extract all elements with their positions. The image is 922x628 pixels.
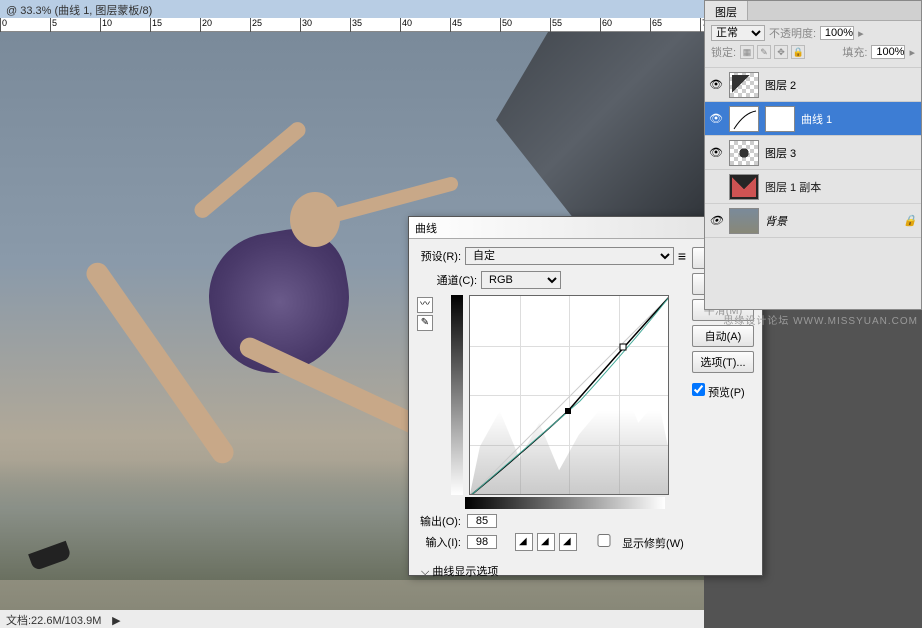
layer-thumbnail[interactable] bbox=[729, 72, 759, 98]
show-clipping-label: 显示修剪(W) bbox=[622, 538, 684, 550]
visibility-eye-icon[interactable]: 👁 bbox=[709, 214, 723, 228]
preview-checkbox[interactable] bbox=[692, 383, 705, 396]
layer-thumbnail[interactable] bbox=[729, 174, 759, 200]
ruler-tick: 25 bbox=[250, 18, 262, 32]
ruler-tick: 55 bbox=[550, 18, 562, 32]
layer-name[interactable]: 图层 1 副本 bbox=[765, 179, 917, 195]
curve-display-options-disclosure[interactable]: ⌵ 曲线显示选项 bbox=[417, 559, 686, 583]
layer-row[interactable]: 👁 图层 2 bbox=[705, 68, 921, 102]
status-bar: 文档:22.6M/103.9M ▶ bbox=[0, 610, 704, 628]
layer-row[interactable]: 👁 背景 🔒 bbox=[705, 204, 921, 238]
curve-pencil-tool-icon[interactable]: ✎ bbox=[417, 315, 433, 331]
ruler-tick: 60 bbox=[600, 18, 612, 32]
ruler-tick: 20 bbox=[200, 18, 212, 32]
opacity-label: 不透明度: bbox=[769, 25, 816, 41]
layer-name[interactable]: 图层 3 bbox=[765, 145, 917, 161]
preset-label: 预设(R): bbox=[417, 248, 461, 264]
dropdown-icon[interactable]: ▸ bbox=[858, 27, 864, 40]
lock-all-icon[interactable]: 🔒 bbox=[791, 45, 805, 59]
layers-panel: 图层 正常 不透明度: ▸ 锁定: ▦ ✎ ✥ 🔒 填充: ▸ 👁 图层 2 bbox=[704, 0, 922, 310]
chevron-right-icon: ⌵ bbox=[421, 566, 429, 578]
preview-label: 预览(P) bbox=[708, 387, 745, 399]
options-button[interactable]: 选项(T)... bbox=[692, 351, 754, 373]
ruler-tick: 15 bbox=[150, 18, 162, 32]
ruler-tick: 5 bbox=[50, 18, 57, 32]
input-value-input[interactable] bbox=[467, 535, 497, 549]
output-label: 输出(O): bbox=[417, 513, 461, 529]
layer-thumbnail[interactable] bbox=[729, 208, 759, 234]
fill-input[interactable] bbox=[871, 45, 905, 59]
layer-name[interactable]: 曲线 1 bbox=[801, 111, 917, 127]
input-label: 输入(I): bbox=[417, 534, 461, 550]
channel-select[interactable]: RGB bbox=[481, 271, 561, 289]
dropdown-icon[interactable]: ▸ bbox=[909, 46, 915, 59]
visibility-eye-icon[interactable]: 👁 bbox=[709, 112, 723, 126]
visibility-eye-icon[interactable]: 👁 bbox=[709, 78, 723, 92]
output-gradient bbox=[451, 295, 463, 495]
layer-list: 👁 图层 2 👁 曲线 1 👁 图层 3 图层 1 副本 👁 背景 🔒 bbox=[705, 68, 921, 238]
ruler-tick: 35 bbox=[350, 18, 362, 32]
channel-label: 通道(C): bbox=[433, 272, 477, 288]
ruler-tick: 40 bbox=[400, 18, 412, 32]
gray-point-eyedropper-icon[interactable] bbox=[537, 533, 555, 551]
preset-menu-icon[interactable]: ≡ bbox=[678, 248, 686, 264]
opacity-input[interactable] bbox=[820, 26, 854, 40]
curve-line bbox=[470, 296, 668, 494]
visibility-hidden-icon[interactable] bbox=[709, 180, 723, 194]
show-clipping-checkbox[interactable] bbox=[589, 534, 619, 547]
adjustment-thumbnail[interactable] bbox=[729, 106, 759, 132]
ruler-horizontal: 0 5 10 15 20 25 30 35 40 45 50 55 60 65 … bbox=[0, 18, 704, 32]
input-gradient bbox=[465, 497, 665, 509]
black-point-eyedropper-icon[interactable] bbox=[515, 533, 533, 551]
white-point-eyedropper-icon[interactable] bbox=[559, 533, 577, 551]
visibility-eye-icon[interactable]: 👁 bbox=[709, 146, 723, 160]
ruler-tick: 30 bbox=[300, 18, 312, 32]
curve-graph[interactable] bbox=[469, 295, 669, 495]
layer-mask-thumbnail[interactable] bbox=[765, 106, 795, 132]
fill-label: 填充: bbox=[842, 44, 867, 60]
watermark: 思缘设计论坛 WWW.MISSYUAN.COM bbox=[723, 312, 918, 327]
preset-select[interactable]: 自定 bbox=[465, 247, 674, 265]
blend-mode-select[interactable]: 正常 bbox=[711, 25, 765, 41]
layer-thumbnail[interactable] bbox=[729, 140, 759, 166]
disclosure-label: 曲线显示选项 bbox=[432, 566, 498, 578]
ruler-tick: 0 bbox=[0, 18, 7, 32]
lock-icon: 🔒 bbox=[903, 214, 917, 227]
ruler-tick: 50 bbox=[500, 18, 512, 32]
lock-position-icon[interactable]: ✥ bbox=[774, 45, 788, 59]
dialog-title: 曲线 bbox=[415, 220, 437, 236]
ruler-tick: 45 bbox=[450, 18, 462, 32]
layer-name[interactable]: 图层 2 bbox=[765, 77, 917, 93]
ruler-tick: 10 bbox=[100, 18, 112, 32]
curve-point-tool-icon[interactable]: 〰 bbox=[417, 297, 433, 313]
output-value-input[interactable] bbox=[467, 514, 497, 528]
auto-button[interactable]: 自动(A) bbox=[692, 325, 754, 347]
layer-row[interactable]: 图层 1 副本 bbox=[705, 170, 921, 204]
doc-size: 文档:22.6M/103.9M bbox=[6, 615, 101, 627]
lock-label: 锁定: bbox=[711, 44, 736, 60]
layer-row[interactable]: 👁 曲线 1 bbox=[705, 102, 921, 136]
layer-name[interactable]: 背景 bbox=[765, 213, 897, 229]
canvas-image-person bbox=[30, 152, 450, 610]
layers-tab[interactable]: 图层 bbox=[705, 1, 748, 20]
lock-transparency-icon[interactable]: ▦ bbox=[740, 45, 754, 59]
layer-row[interactable]: 👁 图层 3 bbox=[705, 136, 921, 170]
ruler-tick: 65 bbox=[650, 18, 662, 32]
lock-pixels-icon[interactable]: ✎ bbox=[757, 45, 771, 59]
